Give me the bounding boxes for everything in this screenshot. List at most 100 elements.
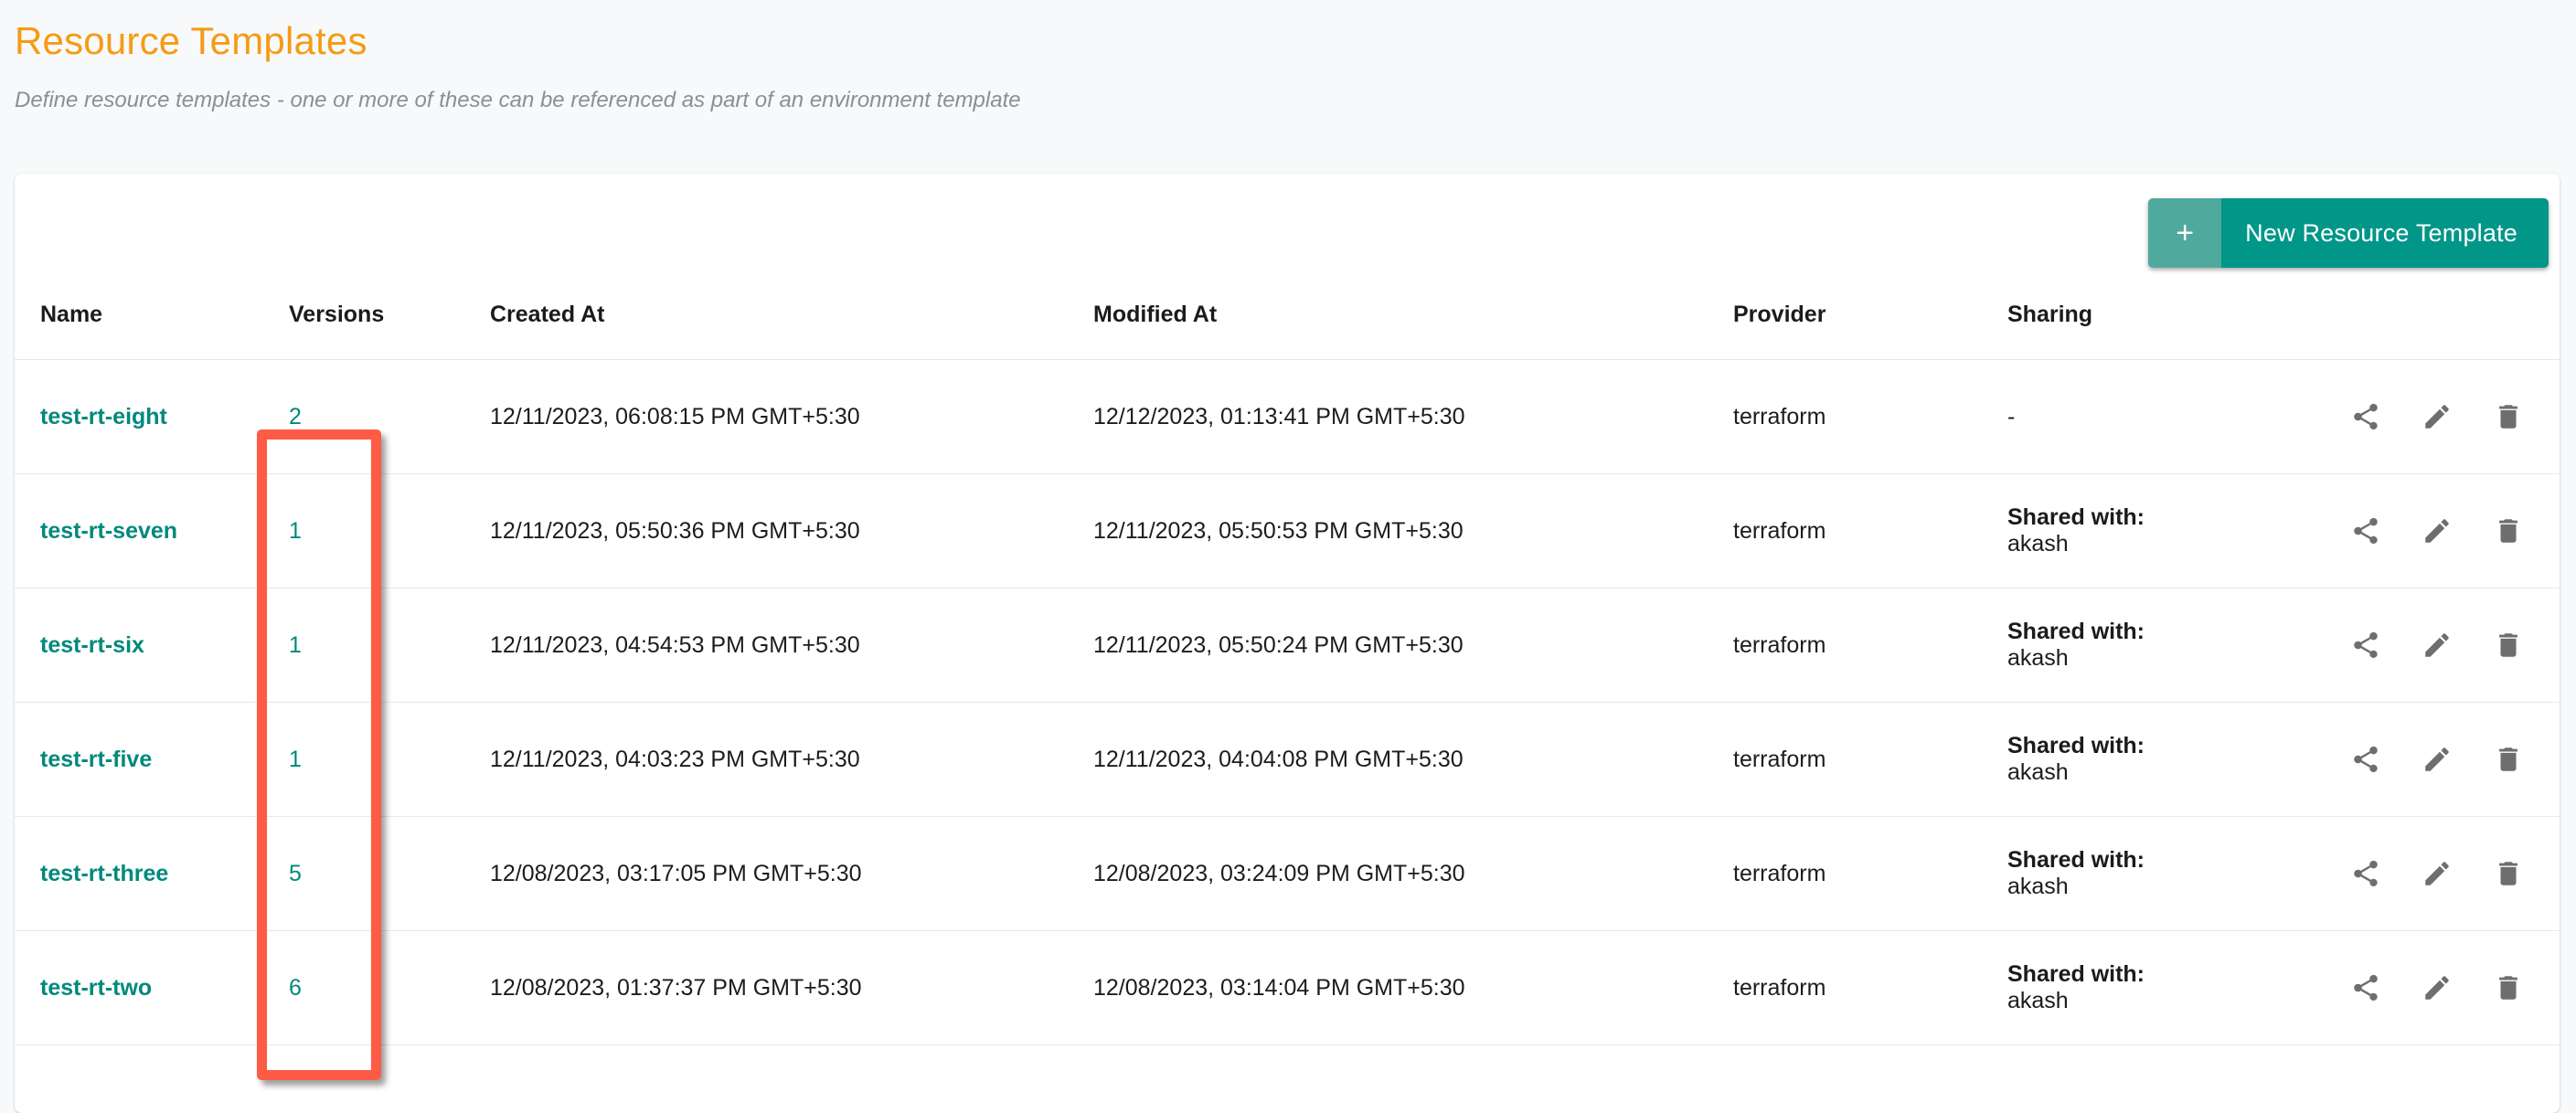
page-header: Resource Templates Define resource templ… — [0, 0, 2576, 113]
created-at-text: 12/11/2023, 04:03:23 PM GMT+5:30 — [490, 746, 860, 772]
resource-template-link[interactable]: test-rt-two — [40, 975, 152, 1001]
versions-count-link[interactable]: 2 — [289, 404, 302, 429]
table-head: Name Versions Created At Modified At Pro… — [15, 292, 2560, 360]
table-row: test-rt-five 1 12/11/2023, 04:03:23 PM GMT… — [15, 702, 2560, 817]
cell-sharing: Shared with: akash — [2007, 473, 2282, 588]
versions-count-link[interactable]: 1 — [289, 518, 302, 544]
edit-button[interactable] — [2419, 741, 2455, 778]
delete-button[interactable] — [2490, 398, 2527, 435]
cell-name: test-rt-five — [15, 702, 289, 817]
row-action-group — [2282, 855, 2560, 892]
delete-button[interactable] — [2490, 855, 2527, 892]
cell-name: test-rt-two — [15, 930, 289, 1045]
sharing-empty-dash: - — [2007, 403, 2016, 429]
cell-provider: terraform — [1733, 702, 2007, 817]
edit-pencil-icon — [2422, 972, 2453, 1003]
cell-created-at: 12/11/2023, 04:54:53 PM GMT+5:30 — [490, 588, 1093, 703]
column-header-versions[interactable]: Versions — [289, 292, 490, 360]
resource-template-link[interactable]: test-rt-three — [40, 861, 168, 886]
cell-actions — [2282, 930, 2560, 1045]
share-button[interactable] — [2347, 398, 2384, 435]
provider-text: terraform — [1733, 860, 1826, 886]
table-body: test-rt-eight 2 12/11/2023, 06:08:15 PM GM… — [15, 359, 2560, 1045]
created-at-text: 12/11/2023, 05:50:36 PM GMT+5:30 — [490, 517, 860, 544]
created-at-text: 12/08/2023, 01:37:37 PM GMT+5:30 — [490, 974, 862, 1001]
share-button[interactable] — [2347, 741, 2384, 778]
edit-button[interactable] — [2419, 855, 2455, 892]
edit-button[interactable] — [2419, 398, 2455, 435]
row-action-group — [2282, 513, 2560, 549]
created-at-text: 12/08/2023, 03:17:05 PM GMT+5:30 — [490, 860, 862, 886]
column-header-actions — [2282, 292, 2560, 360]
modified-at-text: 12/08/2023, 03:24:09 PM GMT+5:30 — [1093, 860, 1465, 886]
versions-count-link[interactable]: 1 — [289, 747, 302, 772]
cell-modified-at: 12/11/2023, 05:50:24 PM GMT+5:30 — [1093, 588, 1733, 703]
share-icon — [2350, 972, 2381, 1003]
edit-pencil-icon — [2422, 858, 2453, 889]
card-toolbar: + New Resource Template — [15, 174, 2560, 292]
new-resource-template-button[interactable]: + New Resource Template — [2148, 198, 2549, 268]
share-button[interactable] — [2347, 855, 2384, 892]
versions-count-link[interactable]: 5 — [289, 861, 302, 886]
cell-provider: terraform — [1733, 930, 2007, 1045]
delete-button[interactable] — [2490, 513, 2527, 549]
row-action-group — [2282, 627, 2560, 663]
trash-icon — [2493, 401, 2524, 432]
resource-template-link[interactable]: test-rt-eight — [40, 404, 167, 429]
created-at-text: 12/11/2023, 04:54:53 PM GMT+5:30 — [490, 631, 860, 658]
share-icon — [2350, 401, 2381, 432]
cell-versions: 6 — [289, 930, 490, 1045]
plus-icon: + — [2148, 198, 2222, 268]
cell-provider: terraform — [1733, 816, 2007, 931]
share-icon — [2350, 858, 2381, 889]
provider-text: terraform — [1733, 403, 1826, 429]
shared-with-label: Shared with: — [2007, 846, 2145, 873]
column-header-provider[interactable]: Provider — [1733, 292, 2007, 360]
shared-with-user: akash — [2007, 645, 2069, 671]
versions-count-link[interactable]: 1 — [289, 632, 302, 658]
table-row: test-rt-three 5 12/08/2023, 03:17:05 PM GM… — [15, 816, 2560, 931]
cell-actions — [2282, 473, 2560, 588]
cell-provider: terraform — [1733, 473, 2007, 588]
delete-button[interactable] — [2490, 627, 2527, 663]
table-header-row: Name Versions Created At Modified At Pro… — [15, 292, 2560, 360]
edit-button[interactable] — [2419, 970, 2455, 1006]
provider-text: terraform — [1733, 631, 1826, 658]
cell-actions — [2282, 359, 2560, 474]
cell-versions: 1 — [289, 702, 490, 817]
cell-created-at: 12/08/2023, 03:17:05 PM GMT+5:30 — [490, 816, 1093, 931]
row-action-group — [2282, 741, 2560, 778]
column-header-modified-at[interactable]: Modified At — [1093, 292, 1733, 360]
shared-with-label: Shared with: — [2007, 960, 2145, 987]
shared-with-user: akash — [2007, 531, 2069, 556]
column-header-sharing[interactable]: Sharing — [2007, 292, 2282, 360]
new-resource-template-label: New Resource Template — [2221, 198, 2549, 268]
modified-at-text: 12/11/2023, 04:04:08 PM GMT+5:30 — [1093, 746, 1464, 772]
resource-template-link[interactable]: test-rt-seven — [40, 518, 177, 544]
provider-text: terraform — [1733, 974, 1826, 1001]
share-button[interactable] — [2347, 513, 2384, 549]
versions-count-link[interactable]: 6 — [289, 975, 302, 1001]
page-title: Resource Templates — [15, 19, 367, 62]
cell-name: test-rt-eight — [15, 359, 289, 474]
provider-text: terraform — [1733, 746, 1826, 772]
delete-button[interactable] — [2490, 970, 2527, 1006]
share-button[interactable] — [2347, 970, 2384, 1006]
delete-button[interactable] — [2490, 741, 2527, 778]
cell-versions: 2 — [289, 359, 490, 474]
cell-provider: terraform — [1733, 588, 2007, 703]
resource-templates-card: + New Resource Template Name Versions Cr… — [15, 174, 2560, 1113]
resource-template-link[interactable]: test-rt-five — [40, 747, 152, 772]
share-icon — [2350, 744, 2381, 775]
edit-button[interactable] — [2419, 627, 2455, 663]
share-icon — [2350, 515, 2381, 546]
column-header-created-at[interactable]: Created At — [490, 292, 1093, 360]
resource-template-link[interactable]: test-rt-six — [40, 632, 144, 658]
share-button[interactable] — [2347, 627, 2384, 663]
trash-icon — [2493, 630, 2524, 661]
resource-templates-page: Resource Templates Define resource templ… — [0, 0, 2576, 1113]
modified-at-text: 12/12/2023, 01:13:41 PM GMT+5:30 — [1093, 403, 1465, 429]
edit-button[interactable] — [2419, 513, 2455, 549]
cell-modified-at: 12/08/2023, 03:24:09 PM GMT+5:30 — [1093, 816, 1733, 931]
column-header-name[interactable]: Name — [15, 292, 289, 360]
